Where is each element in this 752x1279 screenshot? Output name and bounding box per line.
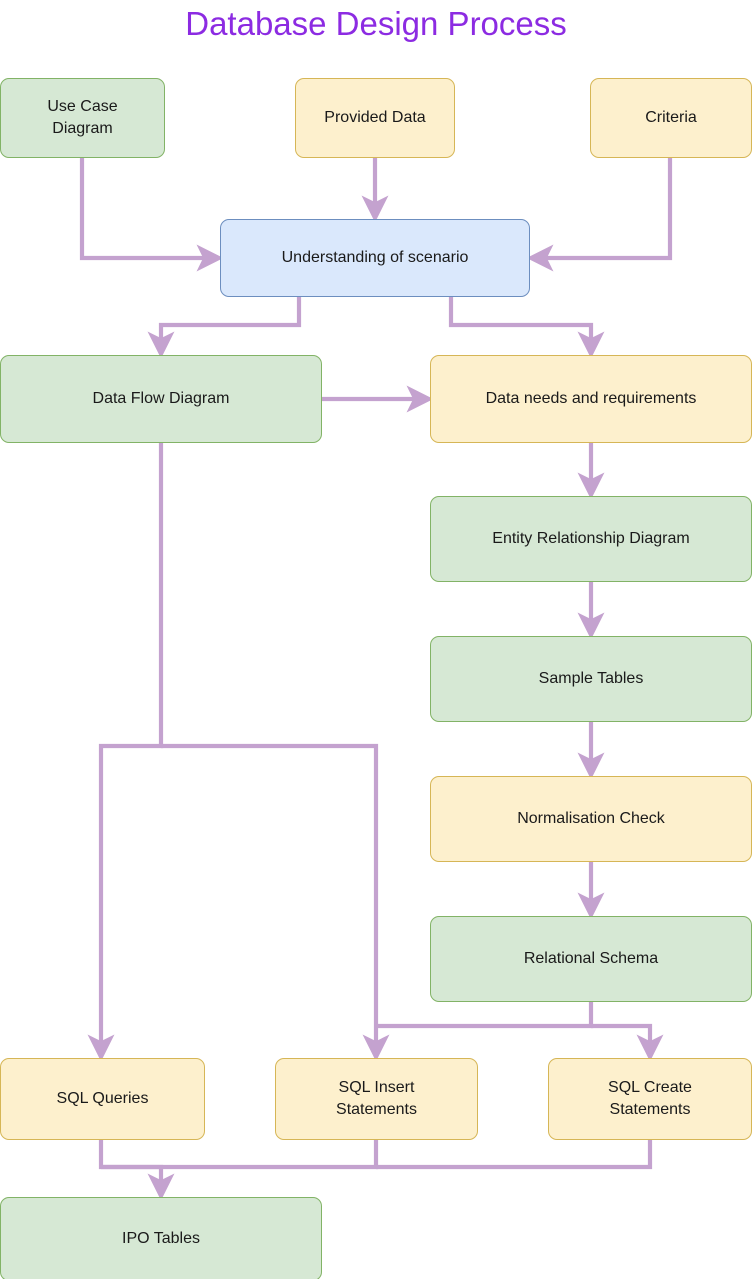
node-normalisation-check[interactable]: Normalisation Check (430, 776, 752, 862)
node-label: SQL Queries (56, 1090, 149, 1107)
node-label: IPO Tables (122, 1230, 200, 1247)
node-label: Normalisation Check (517, 810, 665, 827)
node-use-case-diagram[interactable]: Use Case Diagram (0, 78, 165, 158)
node-relational-schema[interactable]: Relational Schema (430, 916, 752, 1002)
node-label: SQL Create Statements (608, 1079, 692, 1118)
edge-understanding-to-data-flow-diagram (147, 297, 302, 359)
node-ipo-tables[interactable]: IPO Tables (0, 1197, 322, 1279)
edge-understanding-to-data-needs (448, 297, 605, 359)
edge-use-case-to-understanding (79, 158, 224, 272)
edge-sql-insert-to-ipo-tables (101, 1140, 379, 1170)
node-label: Understanding of scenario (281, 249, 469, 266)
node-label: SQL Insert Statements (336, 1079, 417, 1118)
edge-data-flow-to-sql-queries (87, 443, 164, 1062)
node-label: Relational Schema (523, 950, 659, 967)
node-label: Data needs and requirements (485, 390, 697, 407)
edge-sql-queries-to-ipo-tables (98, 1140, 175, 1201)
node-sql-create-statements[interactable]: SQL Create Statements (548, 1058, 752, 1140)
node-criteria[interactable]: Criteria (590, 78, 752, 158)
node-label: Provided Data (324, 109, 426, 126)
flowchart-canvas: Database Design Process Use Case Diagram… (0, 0, 752, 1279)
node-sql-insert-statements[interactable]: SQL Insert Statements (275, 1058, 478, 1140)
edge-data-flow-to-sql-insert (161, 743, 390, 1062)
node-understanding-of-scenario[interactable]: Understanding of scenario (220, 219, 530, 297)
node-entity-relationship-diagram[interactable]: Entity Relationship Diagram (430, 496, 752, 582)
node-sql-queries[interactable]: SQL Queries (0, 1058, 205, 1140)
edge-relational-schema-to-sql-insert (376, 1002, 594, 1029)
node-label: Criteria (645, 109, 697, 126)
node-data-needs-and-requirements[interactable]: Data needs and requirements (430, 355, 752, 443)
node-provided-data[interactable]: Provided Data (295, 78, 455, 158)
node-label: Use Case Diagram (47, 98, 118, 137)
edge-sql-create-to-ipo-tables (376, 1140, 653, 1170)
edge-relational-schema-to-sql-create (591, 1023, 664, 1062)
edge-criteria-to-understanding (526, 158, 673, 272)
node-sample-tables[interactable]: Sample Tables (430, 636, 752, 722)
node-label: Data Flow Diagram (92, 390, 230, 407)
node-data-flow-diagram[interactable]: Data Flow Diagram (0, 355, 322, 443)
node-label: Sample Tables (538, 670, 644, 687)
node-label: Entity Relationship Diagram (492, 530, 690, 547)
